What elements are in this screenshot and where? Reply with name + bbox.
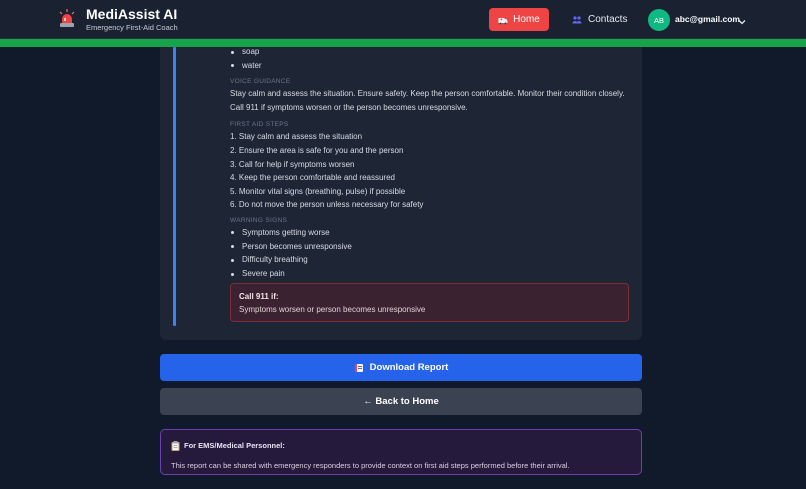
user-email[interactable]: abc@gmail.com xyxy=(675,14,740,24)
first-aid-step: 4. Keep the person comfortable and reass… xyxy=(230,173,395,183)
list-item: Difficulty breathing xyxy=(230,253,630,267)
supplies-list: soap water xyxy=(230,45,630,72)
avatar[interactable]: AB xyxy=(648,9,670,31)
contacts-label: Contacts xyxy=(588,14,628,25)
first-aid-label: FIRST AID STEPS xyxy=(230,121,289,129)
report-content: soap water VOICE GUIDANCE Stay calm and … xyxy=(230,47,630,281)
app-subtitle: Emergency First-Aid Coach xyxy=(86,23,178,32)
first-aid-step: 1. Stay calm and assess the situation xyxy=(230,132,363,142)
first-aid-step: 2. Ensure the area is safe for you and t… xyxy=(230,145,404,155)
top-nav: MediAssist AI Emergency First-Aid Coach … xyxy=(0,0,806,39)
first-aid-step: 6. Do not move the person unless necessa… xyxy=(230,200,424,210)
warning-signs-label: WARNING SIGNS xyxy=(230,216,288,224)
download-report-button[interactable]: Download Report xyxy=(160,354,642,381)
app-title: MediAssist AI xyxy=(86,6,178,22)
download-report-label: Download Report xyxy=(369,362,449,373)
brand[interactable]: MediAssist AI Emergency First-Aid Coach xyxy=(58,6,178,33)
ems-title: For EMS/Medical Personnel: xyxy=(184,441,285,450)
list-item: water xyxy=(230,59,630,73)
clipboard-icon xyxy=(171,440,180,451)
ems-title-row: For EMS/Medical Personnel: xyxy=(171,440,631,451)
brand-text: MediAssist AI Emergency First-Aid Coach xyxy=(86,6,178,33)
people-icon xyxy=(572,15,582,24)
voice-guidance-label: VOICE GUIDANCE xyxy=(230,78,291,86)
call-911-title: Call 911 if: xyxy=(239,292,279,301)
first-aid-steps: 1. Stay calm and assess the situation 2.… xyxy=(230,130,630,212)
back-to-home-button[interactable]: ← Back to Home xyxy=(160,388,642,415)
voice-guidance-text: Stay calm and assess the situation. Ensu… xyxy=(230,89,625,112)
ems-info-panel: For EMS/Medical Personnel: This report c… xyxy=(160,429,642,475)
list-item: soap xyxy=(230,45,630,59)
list-item: Severe pain xyxy=(230,267,630,281)
chevron-down-icon[interactable] xyxy=(737,14,747,25)
report-accent-bar xyxy=(173,47,176,326)
call-911-alert: Call 911 if: Symptoms worsen or person b… xyxy=(230,283,629,322)
contacts-link[interactable]: Contacts xyxy=(572,8,627,31)
list-item: Person becomes unresponsive xyxy=(230,240,630,254)
first-aid-step: 5. Monitor vital signs (breathing, pulse… xyxy=(230,186,406,196)
back-to-home-label: ← Back to Home xyxy=(363,396,439,407)
ems-text: This report can be shared with emergency… xyxy=(171,461,570,470)
ambulance-icon xyxy=(498,15,508,25)
call-911-text: Symptoms worsen or person becomes unresp… xyxy=(239,305,426,314)
home-button[interactable]: Home xyxy=(489,8,549,31)
header-accent-bar xyxy=(0,39,806,47)
home-label: Home xyxy=(513,14,540,25)
list-item: Symptoms getting worse xyxy=(230,226,630,240)
siren-icon xyxy=(58,9,76,29)
book-icon xyxy=(354,363,364,373)
warning-signs-list: Symptoms getting worse Person becomes un… xyxy=(230,226,630,281)
first-aid-step: 3. Call for help if symptoms worsen xyxy=(230,159,355,169)
